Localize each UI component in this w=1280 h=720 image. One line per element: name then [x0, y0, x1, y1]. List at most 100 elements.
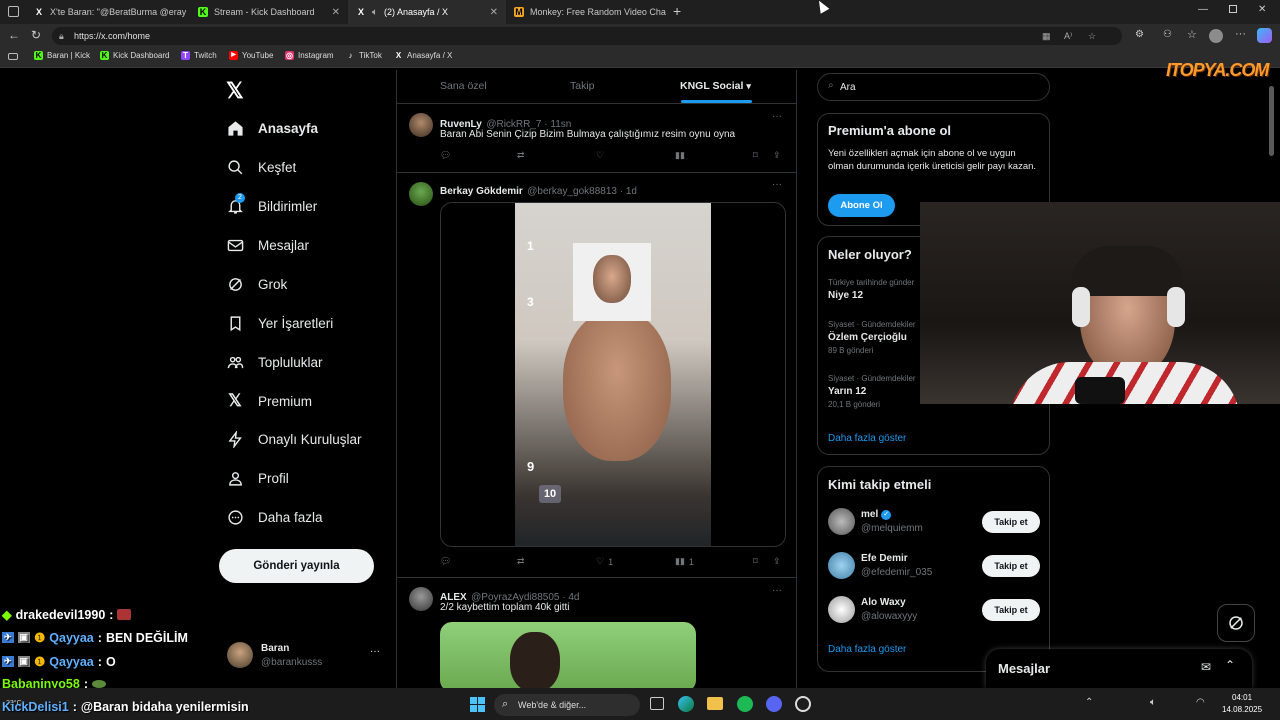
tweet[interactable]: RuvenLy @RickRR_7 · 11sn ··· Baran Abi S…	[397, 105, 796, 173]
grok-float-button[interactable]	[1217, 604, 1255, 642]
menu-dots-icon[interactable]: ···	[1235, 28, 1246, 40]
lock-icon[interactable]: 🔒︎	[59, 27, 64, 45]
sidebar-item-communities[interactable]: Topluluklar	[226, 353, 323, 371]
follow-button[interactable]: Takip et	[982, 555, 1040, 577]
clock-date[interactable]: 14.08.2025	[1222, 705, 1262, 714]
read-aloud-icon[interactable]: A⁾	[1064, 27, 1072, 45]
url-input[interactable]: 🔒︎ https://x.com/home A⁾ ☆ ▦	[52, 27, 1122, 45]
more-dots-icon[interactable]: ···	[772, 585, 782, 596]
tab-for-you[interactable]: Sana özel	[440, 80, 487, 92]
edge-icon[interactable]	[678, 696, 694, 712]
avatar[interactable]	[409, 182, 433, 206]
bookmark-twitch[interactable]: T Twitch	[181, 51, 217, 60]
bookmarks-menu-icon[interactable]	[8, 53, 18, 60]
browser-tab-1[interactable]: X X'te Baran: "@BeratBurma @eray ✕	[26, 0, 190, 24]
follow-suggestion[interactable]: Efe Demir @efedemir_035 Takip et	[828, 552, 1043, 584]
search-box[interactable]: ⌕ Ara	[817, 73, 1050, 101]
messages-dock[interactable]: Mesajlar ✉︎ ⌃	[986, 649, 1252, 688]
window-close-icon[interactable]: ✕	[1258, 4, 1266, 15]
clock-time[interactable]: 04:01	[1232, 693, 1252, 702]
maximize-icon[interactable]	[1229, 5, 1237, 13]
minimize-icon[interactable]: —	[1198, 4, 1208, 15]
more-dots-icon[interactable]: ···	[772, 179, 782, 190]
views-button[interactable]: ▮▮ 1	[675, 556, 694, 567]
sidebar-item-verified-orgs[interactable]: Onaylı Kuruluşlar	[226, 430, 362, 448]
video-still[interactable]: 1 3 9 10	[515, 203, 711, 546]
app-icon[interactable]: ▦	[1042, 27, 1051, 45]
browser-tab-2[interactable]: K Stream - Kick Dashboard ✕	[190, 0, 348, 24]
start-windows-icon[interactable]	[470, 697, 485, 712]
tweet-media[interactable]: 1 3 9 10	[440, 202, 786, 547]
refresh-icon[interactable]: ↻	[31, 28, 41, 42]
task-view-icon[interactable]	[650, 697, 664, 710]
speaker-icon[interactable]: 🔈︎	[372, 7, 378, 18]
account-switcher[interactable]: Baran @barankusss ···	[225, 640, 385, 674]
close-icon[interactable]: ✕	[490, 7, 498, 18]
follow-suggestion[interactable]: Alo Waxy @alowaxyyy Takip et	[828, 596, 1043, 628]
trend-item[interactable]: Siyaset · Gündemdekiler Özlem Çerçioğlu …	[828, 320, 916, 355]
search-input[interactable]: Ara	[840, 82, 856, 93]
close-icon[interactable]: ✕	[332, 7, 340, 18]
more-dots-icon[interactable]: ···	[772, 111, 782, 122]
bookmark-anasayfa-x[interactable]: X Anasayfa / X	[394, 51, 453, 60]
tray-chevron-icon[interactable]: ⌃	[1085, 697, 1093, 708]
scrollbar-thumb[interactable]	[1269, 86, 1274, 156]
bookmark-icon[interactable]: ⌑	[753, 150, 758, 161]
post-button[interactable]: Gönderi yayınla	[219, 549, 374, 583]
share-icon[interactable]: ⇪	[773, 556, 781, 567]
sidebar-item-premium[interactable]: 𝕏 Premium	[226, 391, 312, 410]
sidebar-item-more[interactable]: Daha fazla	[226, 508, 323, 526]
retweet-icon[interactable]: ⇄	[517, 150, 525, 161]
discord-icon[interactable]	[766, 696, 782, 712]
sidebar-item-notifications[interactable]: 2 Bildirimler	[226, 193, 317, 215]
file-explorer-icon[interactable]	[707, 697, 723, 710]
more-dots-icon[interactable]: ···	[370, 646, 380, 657]
tweet-media[interactable]	[440, 622, 696, 688]
expand-icon[interactable]: ⌃	[1225, 658, 1235, 672]
views-icon[interactable]: ▮▮	[675, 150, 685, 161]
taskbar-search[interactable]: ⌕ Web'de & diğer...	[494, 694, 640, 716]
bookmark-icon[interactable]: ⌑	[753, 556, 758, 567]
tab-following[interactable]: Takip	[570, 80, 595, 92]
favorite-star-icon[interactable]: ☆	[1088, 27, 1096, 45]
follow-button[interactable]: Takip et	[982, 599, 1040, 621]
retweet-icon[interactable]: ⇄	[517, 556, 525, 567]
profile-avatar-icon[interactable]	[1209, 29, 1223, 43]
follow-button[interactable]: Takip et	[982, 511, 1040, 533]
app-icon[interactable]	[795, 696, 811, 712]
avatar[interactable]	[828, 508, 855, 535]
volume-icon[interactable]: 🔈︎	[1150, 697, 1156, 708]
sidebar-item-home[interactable]: Anasayfa	[226, 119, 318, 137]
sidebar-item-bookmarks[interactable]: Yer İşaretleri	[226, 314, 333, 332]
avatar[interactable]	[828, 596, 855, 623]
avatar[interactable]	[828, 552, 855, 579]
tweet[interactable]: ALEX @PoyrazAydi88505 · 4d ··· 2/2 kaybe…	[397, 579, 796, 688]
sidebar-item-profile[interactable]: Profil	[226, 469, 289, 487]
spotify-icon[interactable]	[737, 696, 753, 712]
tweet[interactable]: Berkay Gökdemir @berkay_gok88813 · 1d ··…	[397, 174, 796, 578]
avatar[interactable]	[409, 113, 433, 137]
bookmark-kick-dashboard[interactable]: K Kick Dashboard	[100, 51, 169, 60]
bookmark-youtube[interactable]: ▶ YouTube	[229, 51, 273, 60]
compose-message-icon[interactable]: ✉︎	[1201, 660, 1211, 674]
tab-actions-icon[interactable]	[8, 6, 19, 17]
like-icon[interactable]: ♡	[596, 150, 604, 161]
wifi-icon[interactable]: ◠	[1196, 697, 1205, 708]
sidebar-item-explore[interactable]: Keşfet	[226, 158, 296, 176]
sidebar-item-grok[interactable]: Grok	[226, 275, 287, 293]
reply-icon[interactable]: 💬︎	[440, 150, 451, 161]
favorites-icon[interactable]: ☆	[1187, 28, 1197, 41]
reply-icon[interactable]: 💬︎	[440, 556, 451, 567]
trends-show-more-link[interactable]: Daha fazla göster	[828, 433, 906, 444]
like-button[interactable]: ♡ 1	[596, 556, 613, 567]
subscribe-button[interactable]: Abone Ol	[828, 194, 895, 217]
browser-tab-4[interactable]: M Monkey: Free Random Video Cha ✕	[506, 0, 668, 24]
bookmark-baran-kick[interactable]: K Baran | Kick	[34, 51, 90, 60]
avatar[interactable]	[409, 587, 433, 611]
tweet-author-name[interactable]: Berkay Gökdemir	[440, 186, 523, 197]
extensions-icon[interactable]: ⚙︎	[1135, 29, 1144, 40]
bookmark-tiktok[interactable]: ♪ TikTok	[346, 51, 382, 60]
follow-show-more-link[interactable]: Daha fazla göster	[828, 644, 906, 655]
new-tab-icon[interactable]: +	[673, 3, 681, 19]
sidebar-item-messages[interactable]: Mesajlar	[226, 236, 309, 254]
